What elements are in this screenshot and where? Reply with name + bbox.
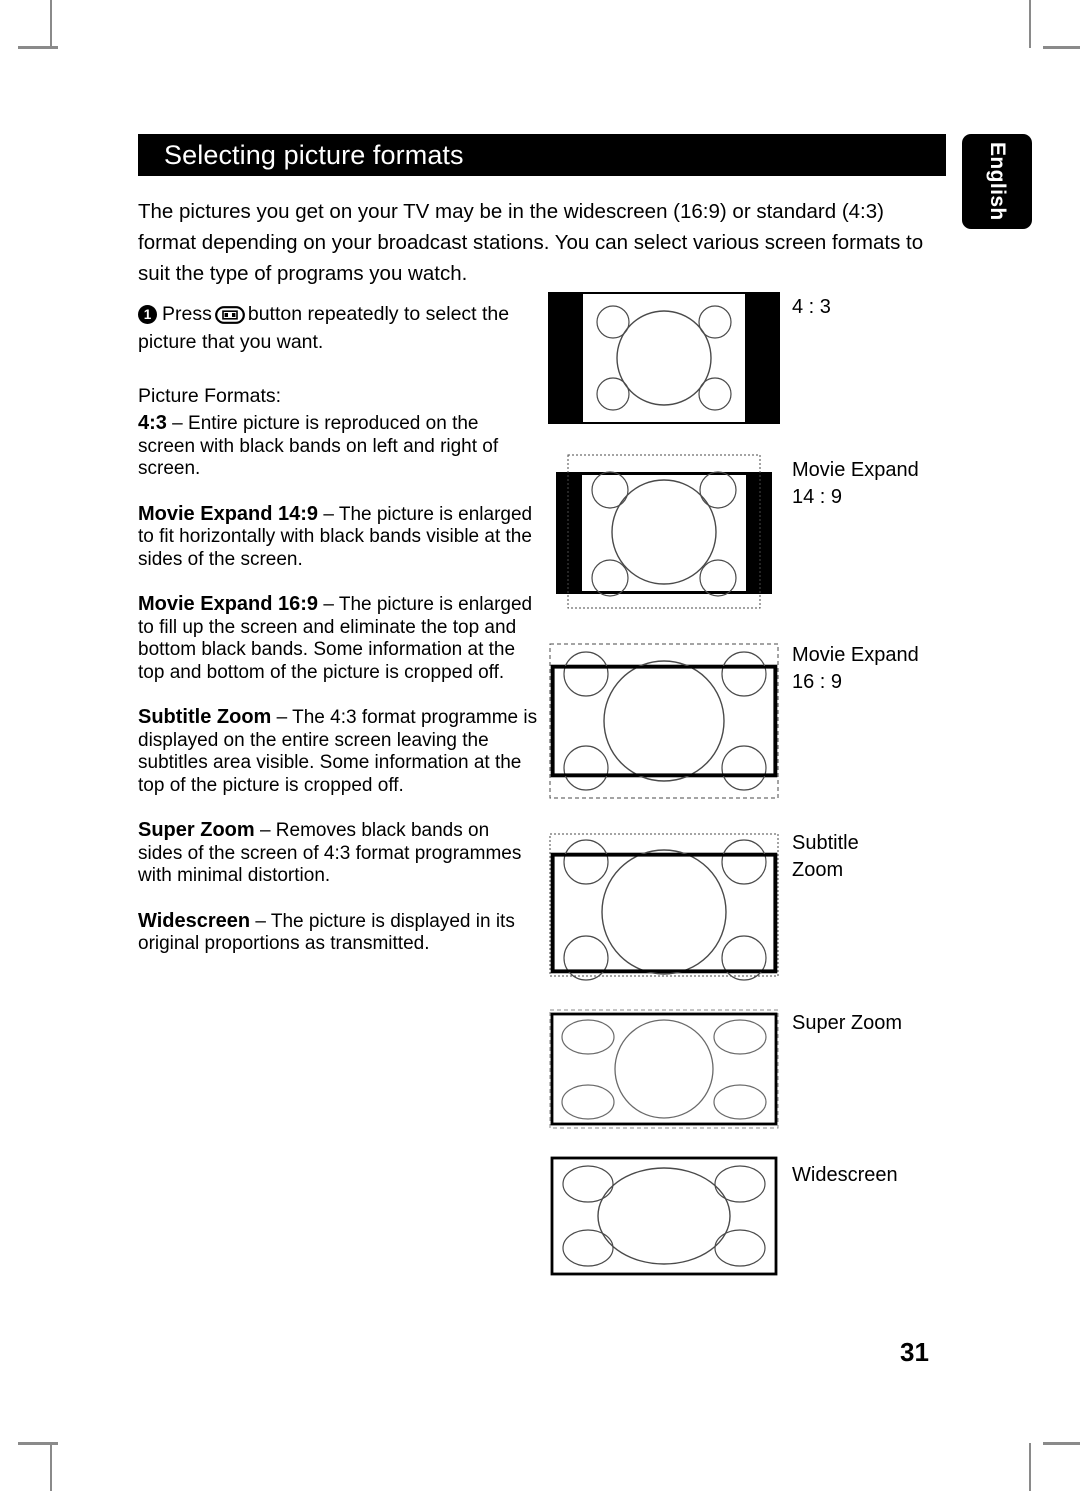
format-dash: – — [250, 910, 271, 932]
diagram-widescreen: Widescreen — [548, 1152, 1028, 1292]
section-title-bar: Selecting picture formats — [138, 134, 946, 176]
format-name: Widescreen — [138, 909, 251, 932]
diagram-movie-expand-14-9-graphic — [556, 454, 772, 609]
format-entry-subtitle-zoom: Subtitle Zoom – The 4:3 format programme… — [138, 706, 538, 797]
step-one: 1 Press button repeatedly to select the p… — [138, 300, 538, 356]
format-entry-widescreen: Widescreen – The picture is displayed in… — [138, 910, 538, 956]
format-dash: – — [318, 594, 339, 615]
manual-page: Selecting picture formats English The pi… — [0, 0, 1080, 1491]
diagram-super-zoom: Super Zoom — [548, 1004, 1028, 1152]
format-entry-movie-expand-16-9: Movie Expand 16:9 – The picture is enlar… — [138, 593, 538, 684]
format-name: Movie Expand 16:9 — [138, 593, 319, 615]
formats-heading: Picture Formats: — [138, 385, 282, 407]
step-text-before-icon: Press — [162, 303, 212, 325]
page-title: Selecting picture formats — [164, 139, 464, 170]
language-tab-label: English — [986, 142, 1009, 221]
diagram-subtitle-zoom: Subtitle Zoom — [548, 824, 1028, 1004]
diagram-label-super-zoom: Super Zoom — [792, 1012, 903, 1034]
diagram-label-movie-expand-14-9: Movie Expand 14 : 9 — [792, 459, 919, 508]
format-dash: – — [318, 503, 339, 525]
language-tab: English — [962, 134, 1032, 229]
diagram-label-widescreen: Widescreen — [792, 1164, 898, 1186]
page-number: 31 — [900, 1337, 929, 1367]
diagram-movie-expand-16-9-graphic — [549, 643, 779, 799]
format-name: Super Zoom — [138, 819, 255, 841]
diagram-widescreen-graphic — [550, 1156, 778, 1276]
diagram-4-3: 4 : 3 — [548, 292, 1028, 452]
diagram-label-4-3: 4 : 3 — [792, 296, 831, 318]
format-diagrams-column: 4 : 3 Movie Expand 14 : 9 Movie Expand 1… — [548, 292, 1028, 1292]
format-name: Movie Expand 14:9 — [138, 502, 319, 525]
intro-paragraph: The pictures you get on your TV may be i… — [138, 200, 924, 285]
diagram-super-zoom-graphic — [549, 1009, 779, 1129]
format-entry-super-zoom: Super Zoom – Removes black bands on side… — [138, 819, 538, 888]
format-dash: – — [254, 820, 276, 841]
format-name: Subtitle Zoom — [138, 706, 272, 728]
format-name: 4:3 — [138, 412, 167, 434]
format-dash: – — [166, 413, 189, 434]
diagram-subtitle-zoom-graphic — [549, 833, 779, 981]
diagram-movie-expand-14-9: Movie Expand 14 : 9 — [548, 452, 1028, 640]
step-number-badge: 1 — [138, 305, 157, 324]
format-description: Entire picture is reproduced on the scre… — [138, 413, 499, 479]
picture-format-button-icon — [214, 306, 245, 324]
diagram-label-subtitle-zoom: Subtitle Zoom — [792, 832, 859, 881]
formats-description-column: 1 Press button repeatedly to select the p… — [138, 300, 538, 956]
format-entry-movie-expand-14-9: Movie Expand 14:9 – The picture is enlar… — [138, 503, 538, 572]
format-entry-4-3: 4:3 – Entire picture is reproduced on th… — [138, 412, 538, 481]
diagram-movie-expand-16-9: Movie Expand 16 : 9 — [548, 640, 1028, 824]
diagram-4-3-graphic — [548, 292, 780, 424]
format-dash: – — [271, 707, 293, 728]
diagram-label-movie-expand-16-9: Movie Expand 16 : 9 — [792, 644, 919, 693]
